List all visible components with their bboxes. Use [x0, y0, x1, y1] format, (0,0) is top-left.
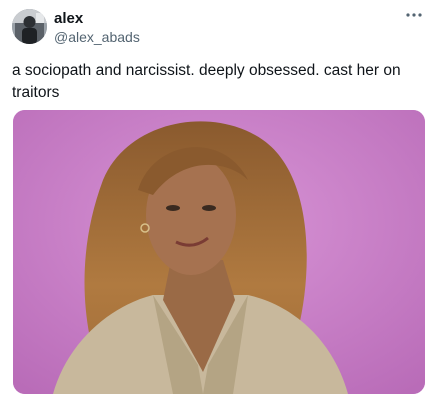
- tweet: alex @alex_abads a sociopath and narciss…: [0, 0, 435, 400]
- tweet-media-photo[interactable]: [13, 110, 425, 394]
- more-options-icon: [406, 13, 422, 17]
- author-handle[interactable]: @alex_abads: [54, 28, 140, 46]
- author-name[interactable]: alex: [54, 10, 83, 28]
- photo-image: [13, 110, 425, 394]
- tweet-text: a sociopath and narcissist. deeply obses…: [12, 62, 401, 101]
- more-options-button[interactable]: [403, 6, 425, 24]
- avatar-image: [12, 9, 47, 44]
- avatar[interactable]: [12, 9, 47, 44]
